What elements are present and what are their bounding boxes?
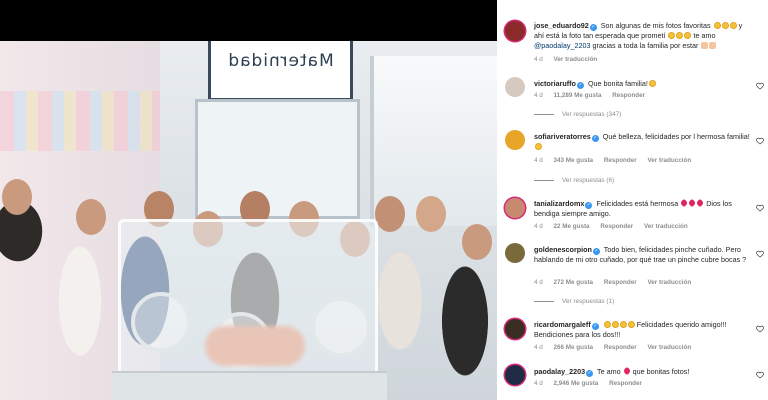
comment-likes[interactable]: 2,946 Me gusta <box>554 380 599 387</box>
comment-time: 4 d <box>534 344 543 351</box>
comment-text: Te amo <box>597 367 621 376</box>
comment-username[interactable]: ricardomargaleff <box>534 320 591 329</box>
comment-username[interactable]: goldenescorpion <box>534 245 592 254</box>
comment-meta: 4 d 22 Me gusta Responder Ver traducción <box>534 223 697 230</box>
translate-link[interactable]: Ver traducción <box>554 56 598 63</box>
comment-text: Son algunas de mis fotos favoritas <box>600 21 711 30</box>
comment-text: Que bonita familia! <box>587 79 648 88</box>
comment-time: 4 d <box>534 157 543 164</box>
translate-link[interactable]: Ver traducción <box>644 223 688 230</box>
comment-text: Qué belleza, felicidades por l hermosa f… <box>602 132 750 141</box>
view-replies-link[interactable]: Ver respuestas (347) <box>534 111 621 118</box>
comment-likes[interactable]: 22 Me gusta <box>554 223 590 230</box>
photo-incubator-base <box>112 371 387 400</box>
heart-outline-icon[interactable] <box>756 371 764 379</box>
comment-text: Felicidades está hermosa <box>596 199 679 208</box>
comment-time: 4 d <box>534 223 543 230</box>
heart-outline-icon[interactable] <box>756 204 764 212</box>
avatar[interactable] <box>505 243 525 263</box>
avatar[interactable] <box>505 130 525 150</box>
comment-text-2: que bonitas fotos! <box>632 367 690 376</box>
comment-username[interactable]: victoriaruffo <box>534 79 576 88</box>
comment-body: victoriaruffo ✓ Que bonita familia! <box>534 79 752 89</box>
comment-meta: 4 d Ver traducción <box>534 56 606 63</box>
comment-likes[interactable]: 11,289 Me gusta <box>554 92 602 99</box>
avatar[interactable] <box>505 198 525 218</box>
comment-username[interactable]: paodalay_2203 <box>534 367 585 376</box>
avatar[interactable] <box>505 77 525 97</box>
translate-link[interactable]: Ver traducción <box>647 344 691 351</box>
comment-text-3: te amo <box>693 31 716 40</box>
comment-meta: 4 d 11,289 Me gusta Responder <box>534 92 654 99</box>
translate-link[interactable]: Ver traducción <box>647 279 691 286</box>
comment-meta: 4 d 343 Me gusta Responder Ver traducció… <box>534 157 700 164</box>
translate-link[interactable]: Ver traducción <box>647 157 691 164</box>
avatar[interactable] <box>505 319 525 339</box>
reply-link[interactable]: Responder <box>600 223 633 230</box>
heart-outline-icon[interactable] <box>756 325 764 333</box>
avatar[interactable] <box>505 21 525 41</box>
verified-badge-icon: ✓ <box>592 248 600 255</box>
comment-username[interactable]: sofiariveratorres <box>534 132 591 141</box>
comment-body: tanializardomx ✓ Felicidades está hermosa… <box>534 198 752 219</box>
post-photo[interactable]: Maternidad <box>0 41 497 400</box>
avatar[interactable] <box>505 365 525 385</box>
comment-likes[interactable]: 272 Me gusta <box>554 279 594 286</box>
heart-outline-icon[interactable] <box>756 82 764 90</box>
verified-badge-icon: ✓ <box>591 323 599 330</box>
comments-panel: jose_eduardo92 ✓ Son algunas de mis fotos… <box>497 0 768 400</box>
comment-meta: 4 d 272 Me gusta Responder Ver traducció… <box>534 279 700 286</box>
comment-mention[interactable]: @paodalay_2203 <box>534 41 590 50</box>
comment-time: 4 d <box>534 279 543 286</box>
comment-time: 4 d <box>534 56 543 63</box>
comment-body: jose_eduardo92 ✓ Son algunas de mis fotos… <box>534 21 752 51</box>
reply-link[interactable]: Responder <box>609 380 642 387</box>
comment-likes[interactable]: 266 Me gusta <box>554 344 594 351</box>
comment-body: ricardomargaleff ✓ Felicidades querido am… <box>534 320 752 340</box>
post-image-panel: Maternidad <box>0 0 497 400</box>
view-replies-link[interactable]: Ver respuestas (6) <box>534 177 614 184</box>
heart-outline-icon[interactable] <box>756 250 764 258</box>
comment-username[interactable]: tanializardomx <box>534 199 584 208</box>
verified-badge-icon: ✓ <box>576 82 584 89</box>
comment-body: sofiariveratorres ✓ Qué belleza, felicida… <box>534 132 752 152</box>
comment-body: goldenescorpion ✓ Todo bien, felicidades … <box>534 245 752 265</box>
verified-badge-icon: ✓ <box>589 24 597 31</box>
reply-link[interactable]: Responder <box>604 279 637 286</box>
comment-likes[interactable]: 343 Me gusta <box>554 157 594 164</box>
comment-meta: 4 d 2,946 Me gusta Responder <box>534 380 651 387</box>
comment-username[interactable]: jose_eduardo92 <box>534 21 589 30</box>
heart-outline-icon[interactable] <box>756 137 764 145</box>
photo-baby <box>205 326 305 366</box>
comment-body: paodalay_2203 ✓ Te amo que bonitas fotos! <box>534 366 752 377</box>
reply-link[interactable]: Responder <box>604 157 637 164</box>
comment-text-4: gracias a toda la familia por estar <box>592 41 699 50</box>
verified-badge-icon: ✓ <box>586 370 594 377</box>
reply-link[interactable]: Responder <box>604 344 637 351</box>
reply-link[interactable]: Responder <box>612 92 645 99</box>
comment-meta: 4 d 266 Me gusta Responder Ver traducció… <box>534 344 700 351</box>
view-replies-link[interactable]: Ver respuestas (1) <box>534 298 614 305</box>
verified-badge-icon: ✓ <box>585 202 593 209</box>
verified-badge-icon: ✓ <box>591 135 599 142</box>
comment-time: 4 d <box>534 380 543 387</box>
comment-time: 4 d <box>534 92 543 99</box>
